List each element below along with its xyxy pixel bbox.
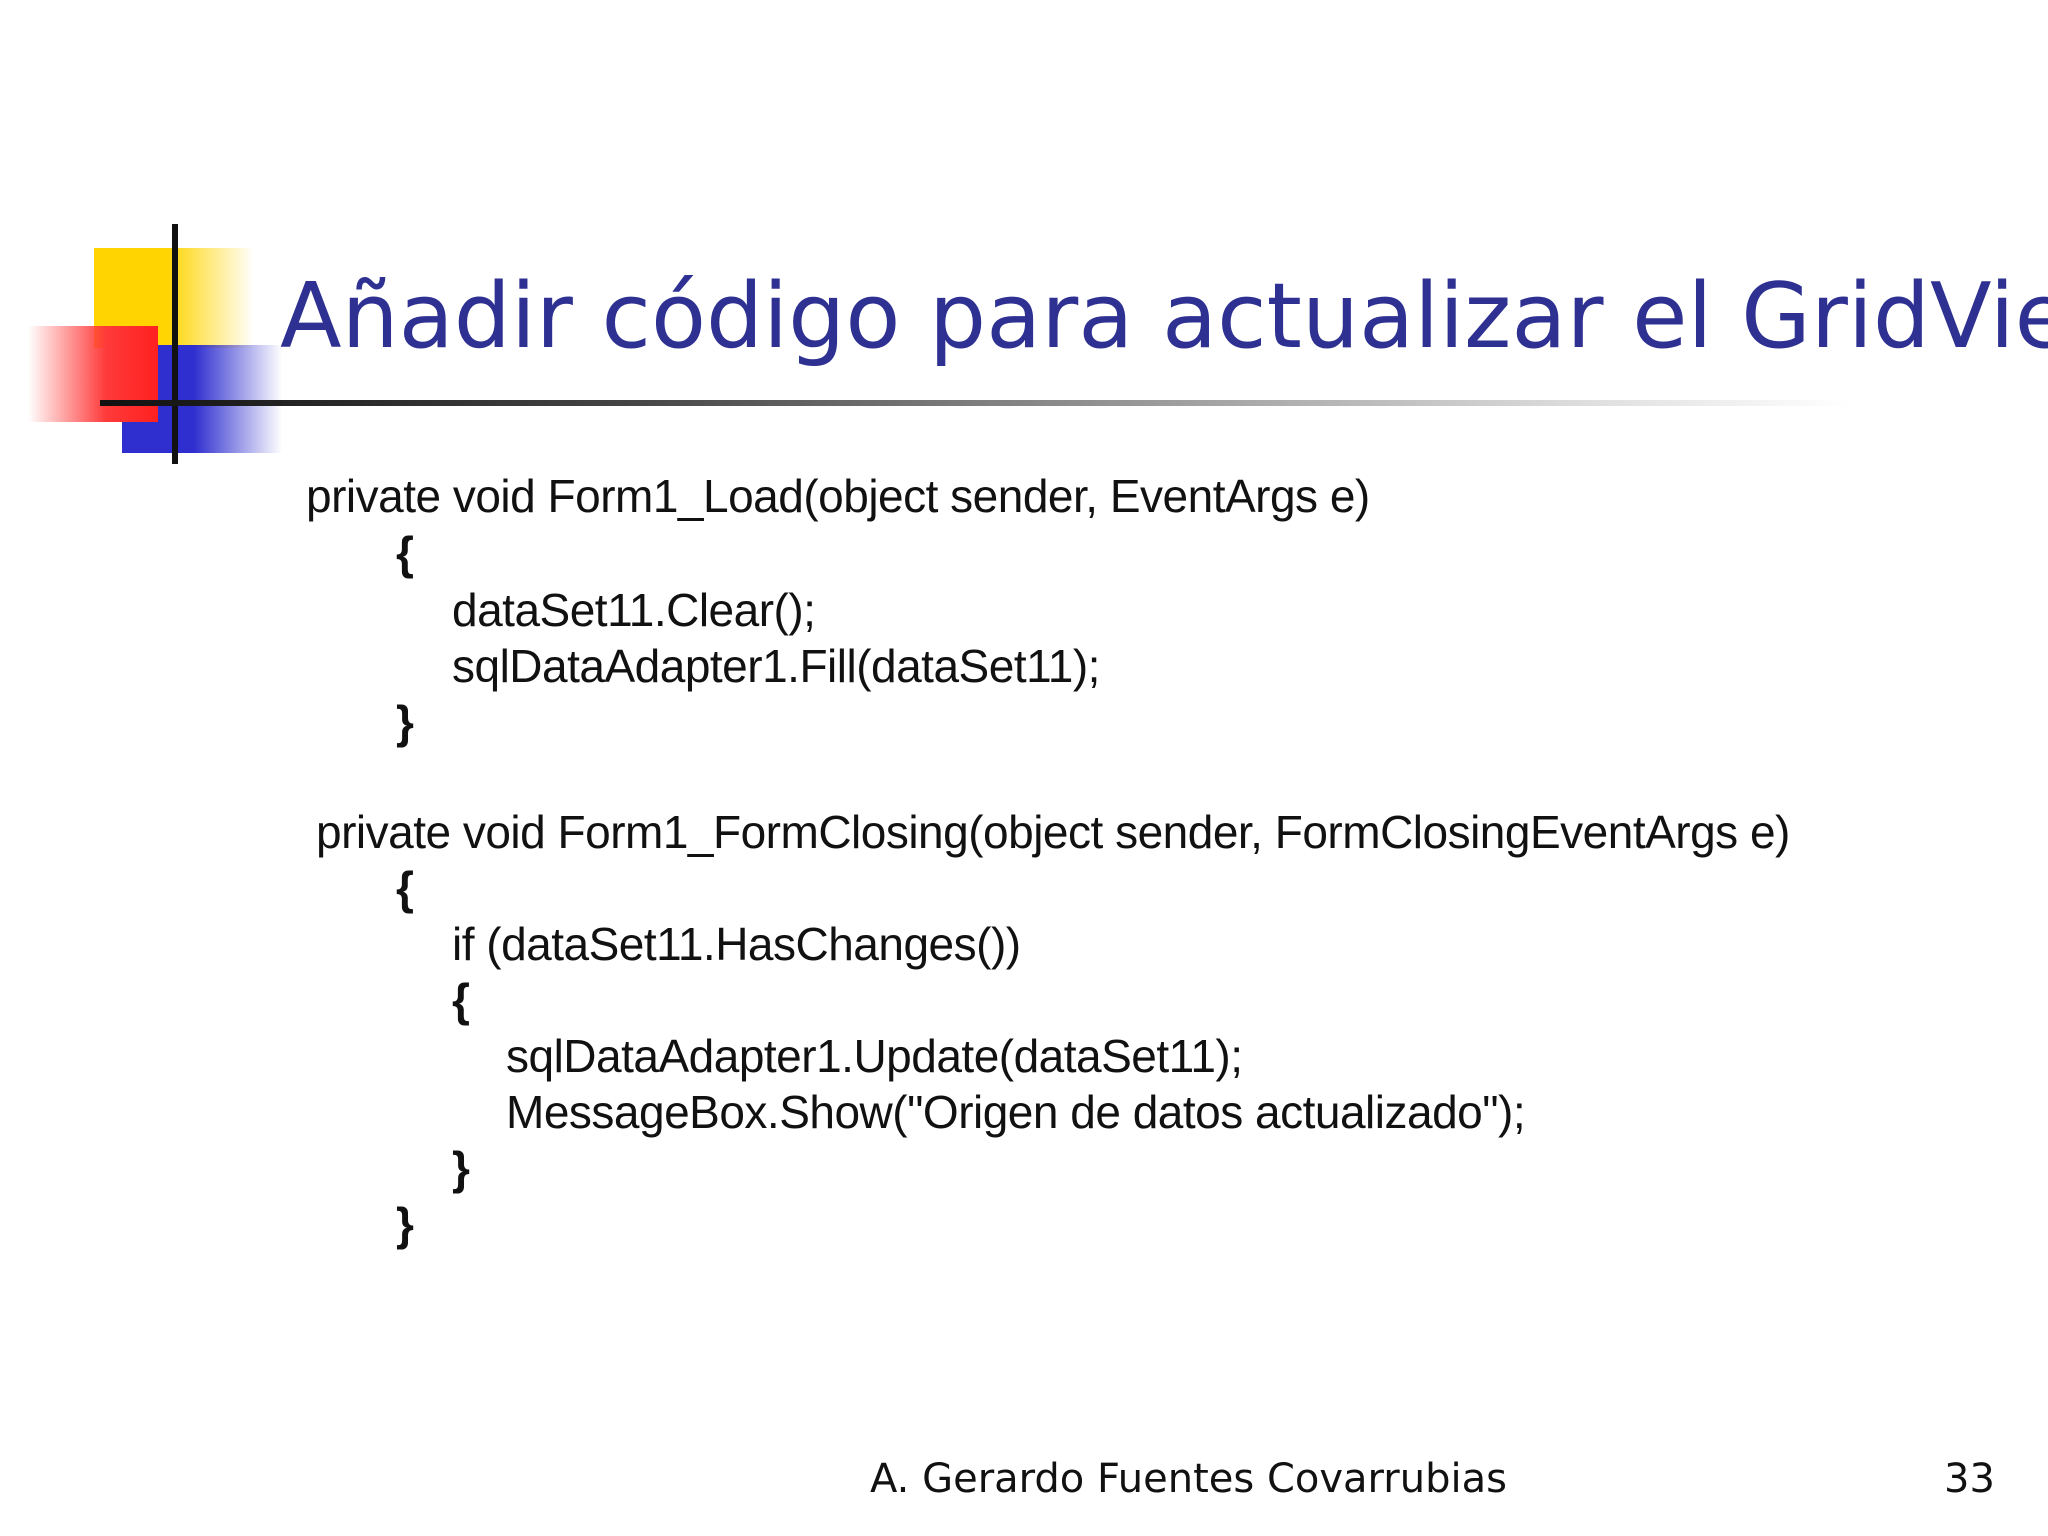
- code-line-form-closing-signature: private void Form1_FormClosing(object se…: [316, 806, 1790, 858]
- footer-author: A. Gerardo Fuentes Covarrubias: [870, 1456, 1507, 1502]
- code-line-open-brace: {: [396, 527, 414, 579]
- code-line-open-brace: {: [396, 862, 414, 914]
- code-line-clear: dataSet11.Clear();: [452, 584, 816, 636]
- code-line-close-brace: }: [452, 1142, 470, 1194]
- code-line-message-box: MessageBox.Show("Origen de datos actuali…: [506, 1086, 1526, 1138]
- slide: Añadir código para actualizar el GridVie…: [0, 0, 2048, 1536]
- code-line-update: sqlDataAdapter1.Update(dataSet11);: [506, 1030, 1243, 1082]
- code-line-close-brace: }: [396, 696, 414, 748]
- code-block: private void Form1_Load(object sender, E…: [0, 0, 2048, 1300]
- code-line-close-brace: }: [396, 1198, 414, 1250]
- code-line-if-has-changes: if (dataSet11.HasChanges()): [452, 918, 1021, 970]
- page-number: 33: [1944, 1456, 1995, 1502]
- code-line-form1-load-signature: private void Form1_Load(object sender, E…: [306, 470, 1370, 522]
- code-line-open-brace: {: [452, 974, 470, 1026]
- code-line-fill: sqlDataAdapter1.Fill(dataSet11);: [452, 640, 1100, 692]
